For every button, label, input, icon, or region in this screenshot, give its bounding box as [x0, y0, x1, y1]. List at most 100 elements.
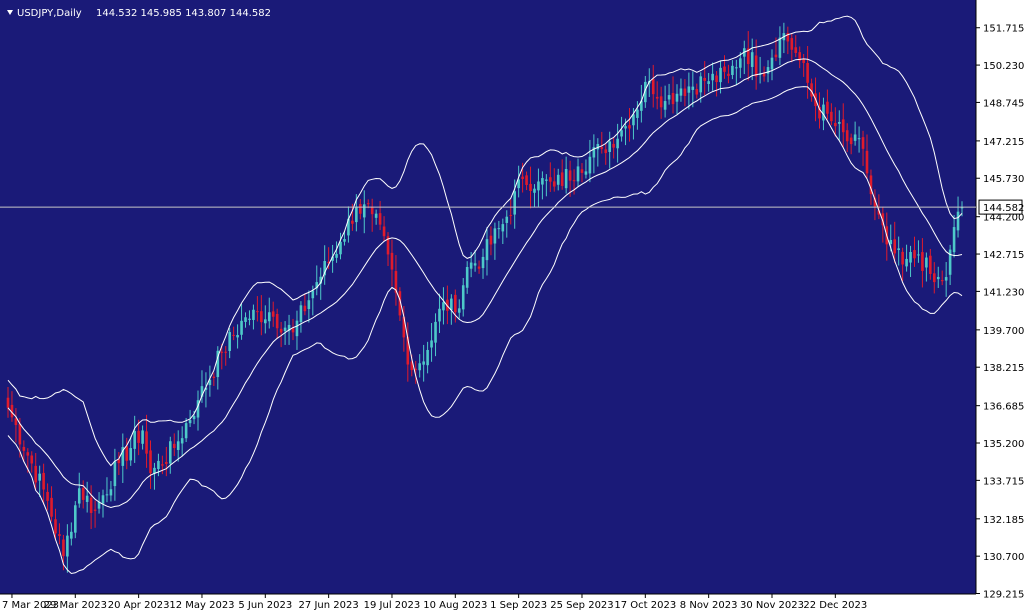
bear-candle — [683, 88, 687, 97]
bear-candle — [655, 96, 659, 99]
bull-candle — [430, 340, 433, 348]
bear-candle — [901, 251, 904, 265]
bull-candle — [85, 495, 89, 502]
chart-header: USDJPY,Daily 144.532 145.985 143.807 144… — [7, 8, 271, 19]
bear-candle — [790, 38, 794, 50]
bull-candle — [473, 263, 477, 266]
bull-candle — [731, 65, 734, 75]
bull-candle — [109, 489, 113, 496]
price-tick-label: 147.215 — [983, 137, 1024, 148]
bear-candle — [390, 252, 394, 270]
bear-candle — [628, 125, 631, 129]
bull-candle — [837, 122, 841, 124]
bull-candle — [857, 138, 861, 140]
bull-candle — [853, 134, 857, 141]
bear-candle — [378, 213, 382, 225]
bull-candle — [438, 308, 441, 322]
bull-candle — [952, 227, 956, 253]
bull-candle — [493, 228, 497, 244]
price-tick-label: 133.715 — [983, 476, 1024, 487]
bear-candle — [849, 137, 853, 145]
bull-candle — [188, 420, 192, 424]
bear-candle — [161, 464, 164, 466]
bear-candle — [62, 539, 65, 557]
price-tick-label: 139.700 — [983, 326, 1024, 337]
bull-candle — [355, 206, 358, 223]
bull-candle — [469, 262, 473, 269]
bear-candle — [382, 226, 386, 237]
bull-candle — [925, 257, 928, 268]
bull-candle — [283, 327, 287, 332]
bull-candle — [778, 37, 782, 58]
bear-candle — [612, 143, 615, 148]
bear-candle — [303, 305, 307, 312]
bear-candle — [454, 294, 457, 313]
bear-candle — [600, 147, 604, 149]
bear-candle — [830, 111, 833, 122]
bear-candle — [727, 73, 730, 76]
date-tick-label: 29 Mar 2023 — [44, 600, 107, 611]
bull-candle — [66, 535, 69, 557]
bull-candle — [897, 248, 900, 250]
bear-candle — [125, 446, 129, 461]
bull-candle — [176, 441, 180, 450]
bear-candle — [865, 150, 869, 174]
bull-candle — [608, 141, 611, 152]
date-tick-label: 12 May 2023 — [169, 600, 234, 611]
bull-candle — [157, 460, 160, 470]
bull-candle — [620, 130, 623, 137]
bull-candle — [513, 191, 516, 215]
bull-candle — [295, 320, 299, 337]
bull-candle — [667, 95, 671, 100]
bull-candle — [616, 138, 619, 149]
bull-candle — [184, 423, 188, 439]
bear-candle — [802, 59, 805, 63]
bull-candle — [564, 168, 568, 189]
bull-candle — [770, 57, 774, 70]
bear-candle — [580, 169, 584, 173]
bear-candle — [932, 273, 936, 283]
price-tick-label: 130.700 — [983, 552, 1024, 563]
bear-candle — [913, 250, 916, 259]
bear-candle — [279, 328, 283, 333]
bear-candle — [89, 497, 93, 513]
bull-candle — [505, 216, 509, 223]
bull-candle — [556, 174, 560, 185]
bull-candle — [461, 285, 465, 310]
date-tick-label: 19 Jul 2023 — [364, 600, 421, 611]
bull-candle — [240, 320, 243, 335]
bull-candle — [426, 349, 429, 366]
bear-candle — [794, 47, 798, 53]
date-tick-label: 8 Nov 2023 — [680, 600, 738, 611]
bull-candle — [636, 109, 639, 118]
bear-candle — [774, 54, 778, 58]
ohlc-values: 144.532 145.985 143.807 144.582 — [96, 8, 271, 19]
bull-candle — [541, 178, 544, 185]
bear-candle — [58, 534, 61, 536]
bull-candle — [889, 240, 893, 245]
bull-candle — [101, 495, 105, 504]
bull-candle — [750, 52, 754, 67]
bear-candle — [703, 77, 706, 81]
bear-candle — [572, 180, 576, 182]
bear-candle — [165, 461, 168, 464]
bull-candle — [533, 188, 536, 193]
bull-candle — [956, 211, 960, 231]
price-tick-label: 129.215 — [983, 590, 1024, 601]
bull-candle — [576, 166, 580, 182]
plot-area[interactable] — [0, 0, 976, 594]
bear-candle — [861, 137, 865, 149]
bear-candle — [477, 266, 481, 269]
date-tick-label: 17 Oct 2023 — [614, 600, 676, 611]
price-tick-label: 151.715 — [983, 24, 1024, 35]
bull-candle — [679, 88, 683, 96]
bull-candle — [133, 431, 136, 449]
candlestick-chart[interactable]: USDJPY,Daily 144.532 145.985 143.807 144… — [0, 0, 1024, 611]
bull-candle — [944, 277, 948, 281]
bear-candle — [940, 280, 944, 282]
bull-candle — [465, 266, 469, 288]
bear-candle — [521, 176, 524, 179]
bull-candle — [450, 298, 453, 311]
bull-candle — [481, 256, 485, 269]
bear-candle — [50, 497, 53, 517]
